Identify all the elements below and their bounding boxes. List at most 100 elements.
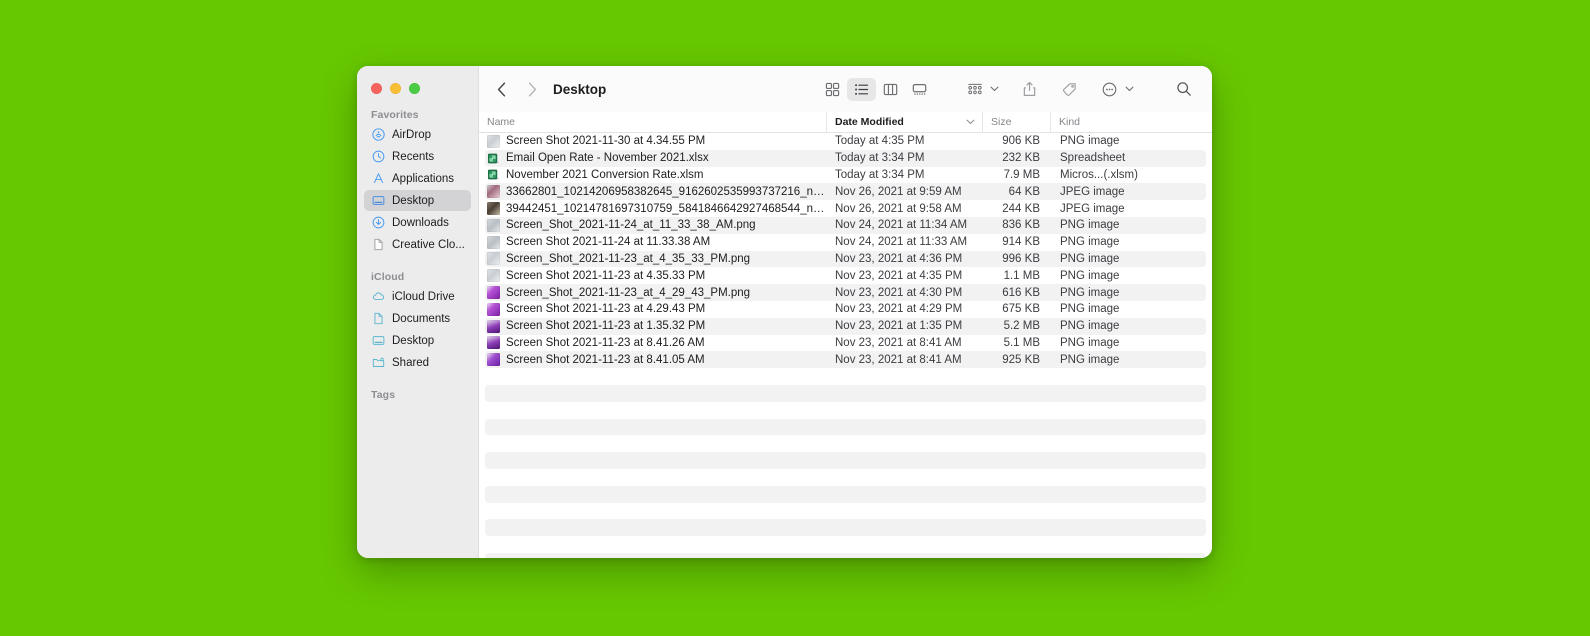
file-size-cell: 996 KB xyxy=(1002,252,1040,265)
chevron-down-icon[interactable] xyxy=(990,86,999,92)
sidebar-section-tags-title: Tags xyxy=(371,389,396,401)
file-type-icon xyxy=(487,336,500,350)
file-kind-cell: JPEG image xyxy=(1060,202,1125,215)
file-name-cell[interactable]: 33662801_10214206958382645_9162602535993… xyxy=(479,185,826,199)
file-name-label: 33662801_10214206958382645_9162602535993… xyxy=(506,185,826,198)
file-name-label: Screen Shot 2021-11-23 at 8.41.05 AM xyxy=(506,353,705,366)
file-name-cell[interactable]: Screen Shot 2021-11-24 at 11.33.38 AM xyxy=(479,235,826,249)
column-header-size[interactable]: Size xyxy=(982,111,1050,133)
sidebar-item-label: Desktop xyxy=(392,194,435,207)
file-type-icon xyxy=(487,185,500,199)
file-name-cell[interactable]: Screen Shot 2021-11-23 at 4.35.33 PM xyxy=(479,269,826,283)
desktop-icon xyxy=(371,194,385,208)
applications-icon xyxy=(371,172,385,186)
file-name-cell[interactable]: Screen_Shot_2021-11-24_at_11_33_38_AM.pn… xyxy=(479,218,826,232)
empty-row xyxy=(479,469,1212,486)
group-by-button[interactable] xyxy=(960,78,989,101)
file-size-cell: 836 KB xyxy=(1002,219,1040,232)
table-row[interactable]: Screen Shot 2021-11-23 at 4.35.33 PM Nov … xyxy=(479,267,1212,284)
file-size-cell: 906 KB xyxy=(1002,135,1040,148)
table-row[interactable]: Email Open Rate - November 2021.xlsx Toda… xyxy=(479,149,1212,167)
maximize-button[interactable] xyxy=(409,83,420,94)
file-size-cell: 5.1 MB xyxy=(1003,336,1040,349)
sidebar-item-downloads[interactable]: Downloads xyxy=(364,212,471,233)
file-date-cell: Today at 3:34 PM xyxy=(835,168,925,181)
table-row[interactable]: 39442451_10214781697310759_5841846642927… xyxy=(479,200,1212,217)
table-row[interactable]: Screen_Shot_2021-11-24_at_11_33_38_AM.pn… xyxy=(479,216,1212,234)
table-row[interactable]: November 2021 Conversion Rate.xlsm Today … xyxy=(479,167,1212,184)
table-row[interactable]: Screen Shot 2021-11-30 at 4.34.55 PM Toda… xyxy=(479,133,1212,150)
table-row[interactable]: Screen Shot 2021-11-23 at 8.41.26 AM Nov … xyxy=(479,335,1212,352)
view-column-button[interactable] xyxy=(876,78,905,101)
sidebar-item-icloud-desktop[interactable]: Desktop xyxy=(364,330,471,351)
sidebar-item-label: Recents xyxy=(392,150,435,163)
file-name-cell[interactable]: Screen Shot 2021-11-23 at 1.35.32 PM xyxy=(479,319,826,333)
clock-icon xyxy=(371,150,385,164)
file-list[interactable]: Screen Shot 2021-11-30 at 4.34.55 PM Toda… xyxy=(479,133,1212,558)
file-name-cell[interactable]: Screen Shot 2021-11-23 at 4.29.43 PM xyxy=(479,302,826,316)
tags-button[interactable] xyxy=(1055,78,1084,101)
file-type-icon xyxy=(487,302,500,316)
file-type-icon xyxy=(487,235,500,249)
table-row[interactable]: 33662801_10214206958382645_9162602535993… xyxy=(479,183,1212,200)
sidebar-item-airdrop[interactable]: AirDrop xyxy=(364,124,471,145)
search-button[interactable] xyxy=(1169,78,1198,101)
close-button[interactable] xyxy=(371,83,382,94)
chevron-down-icon[interactable] xyxy=(1125,86,1134,92)
file-name-cell[interactable]: Screen Shot 2021-11-30 at 4.34.55 PM xyxy=(479,134,826,148)
column-header-date-modified[interactable]: Date Modified xyxy=(826,111,982,133)
file-kind-cell: Micros...(.xlsm) xyxy=(1060,168,1138,181)
file-name-cell[interactable]: November 2021 Conversion Rate.xlsm xyxy=(479,168,826,181)
sidebar-item-icloud-drive[interactable]: iCloud Drive xyxy=(364,286,471,307)
view-list-button[interactable] xyxy=(847,77,876,101)
column-header-name[interactable]: Name xyxy=(479,112,826,133)
table-row[interactable]: Screen Shot 2021-11-24 at 11.33.38 AM Nov… xyxy=(479,234,1212,251)
file-date-cell: Nov 23, 2021 at 4:29 PM xyxy=(835,303,963,316)
file-kind-cell: PNG image xyxy=(1060,336,1120,349)
file-name-cell[interactable]: Screen Shot 2021-11-23 at 8.41.26 AM xyxy=(479,336,826,350)
traffic-lights xyxy=(357,72,478,94)
sidebar-item-creative-cloud[interactable]: Creative Clo... xyxy=(364,234,471,255)
file-name-label: 39442451_10214781697310759_5841846642927… xyxy=(506,202,826,215)
column-header-kind[interactable]: Kind xyxy=(1050,111,1212,133)
table-row[interactable]: Screen Shot 2021-11-23 at 4.29.43 PM Nov … xyxy=(479,301,1212,318)
column-headers: Name Date Modified Size Kind xyxy=(479,111,1212,133)
back-button[interactable] xyxy=(489,77,513,101)
table-row[interactable]: Screen Shot 2021-11-23 at 1.35.32 PM Nov … xyxy=(479,317,1212,335)
view-gallery-button[interactable] xyxy=(905,78,934,101)
file-name-cell[interactable]: Email Open Rate - November 2021.xlsx xyxy=(479,152,826,165)
minimize-button[interactable] xyxy=(390,83,401,94)
file-date-cell: Nov 26, 2021 at 9:59 AM xyxy=(835,185,962,198)
group-by-control[interactable] xyxy=(960,78,999,101)
table-row[interactable]: Screen_Shot_2021-11-23_at_4_29_43_PM.png… xyxy=(479,284,1212,301)
file-name-label: Screen_Shot_2021-11-24_at_11_33_38_AM.pn… xyxy=(506,219,756,232)
view-switcher xyxy=(818,77,934,101)
file-size-cell: 616 KB xyxy=(1002,286,1040,299)
file-type-icon xyxy=(487,286,500,300)
file-name-cell[interactable]: Screen_Shot_2021-11-23_at_4_29_43_PM.png xyxy=(479,286,826,300)
share-button[interactable] xyxy=(1015,78,1044,101)
sidebar-item-desktop[interactable]: Desktop xyxy=(364,190,471,211)
file-kind-cell: JPEG image xyxy=(1060,185,1125,198)
file-size-cell: 914 KB xyxy=(1002,236,1040,249)
view-icon-button[interactable] xyxy=(818,78,847,101)
file-kind-cell: PNG image xyxy=(1060,353,1120,366)
chevron-down-icon xyxy=(966,119,975,125)
file-name-cell[interactable]: Screen_Shot_2021-11-23_at_4_35_33_PM.png xyxy=(479,252,826,266)
more-actions-button[interactable] xyxy=(1095,78,1124,101)
table-row[interactable]: Screen_Shot_2021-11-23_at_4_35_33_PM.png… xyxy=(479,250,1212,268)
sidebar-section-favorites-title: Favorites xyxy=(371,109,419,121)
file-name-cell[interactable]: 39442451_10214781697310759_5841846642927… xyxy=(479,202,826,216)
file-date-cell: Nov 24, 2021 at 11:34 AM xyxy=(835,219,968,232)
sidebar-item-applications[interactable]: Applications xyxy=(364,168,471,189)
sidebar-item-documents[interactable]: Documents xyxy=(364,308,471,329)
sidebar-item-recents[interactable]: Recents xyxy=(364,146,471,167)
table-row[interactable]: Screen Shot 2021-11-23 at 8.41.05 AM Nov … xyxy=(479,351,1212,368)
forward-button[interactable] xyxy=(520,77,544,101)
actions-control[interactable] xyxy=(1095,78,1134,101)
file-name-label: Screen_Shot_2021-11-23_at_4_29_43_PM.png xyxy=(506,286,751,299)
file-type-icon xyxy=(487,252,500,266)
sidebar-item-shared[interactable]: Shared xyxy=(364,352,471,373)
file-name-cell[interactable]: Screen Shot 2021-11-23 at 8.41.05 AM xyxy=(479,353,826,367)
file-size-cell: 244 KB xyxy=(1002,202,1040,215)
